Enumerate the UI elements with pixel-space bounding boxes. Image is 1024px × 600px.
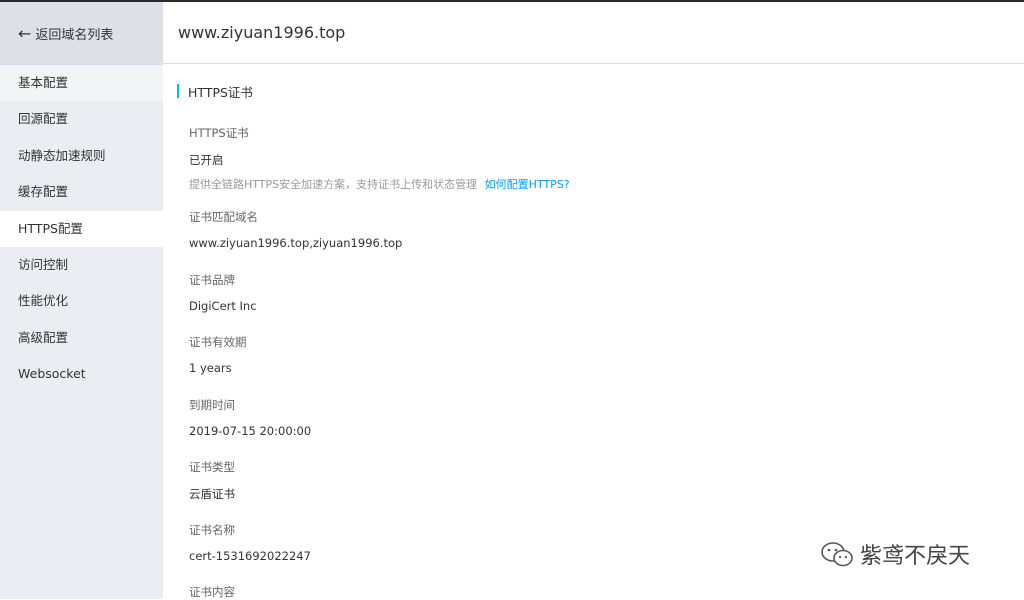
wechat-icon <box>821 542 853 567</box>
field-value: www.ziyuan1996.top,ziyuan1996.top <box>189 236 403 250</box>
main-panel: www.ziyuan1996.top HTTPS证书 HTTPS证书 已开启 提… <box>163 2 1024 599</box>
wechat-watermark: 紫鸢不戾天 <box>820 538 970 570</box>
section-accent-bar <box>177 84 179 98</box>
cert-type-field: 证书类型 云盾证书 <box>189 459 235 502</box>
https-status-value: 已开启 <box>189 153 224 167</box>
field-value: cert-1531692022247 <box>189 549 311 563</box>
cert-validity-field: 证书有效期 1 years <box>189 334 247 375</box>
https-hint: 提供全链路HTTPS安全加速方案，支持证书上传和状态管理 如何配置HTTPS? <box>189 176 570 192</box>
cert-brand-field: 证书品牌 DigiCert Inc <box>189 272 257 313</box>
sidebar: ← 返回域名列表 基本配置 回源配置 动静态加速规则 缓存配置 HTTPS配置 … <box>0 2 163 599</box>
page-title: www.ziyuan1996.top <box>163 2 1024 64</box>
back-to-domain-list-button[interactable]: ← 返回域名列表 <box>0 2 163 65</box>
sidebar-item-origin-config[interactable]: 回源配置 <box>0 101 163 137</box>
sidebar-item-acceleration-rules[interactable]: 动静态加速规则 <box>0 138 163 174</box>
field-label: 证书匹配域名 <box>189 210 258 224</box>
field-label: HTTPS证书 <box>189 126 249 140</box>
sidebar-item-https-config[interactable]: HTTPS配置 <box>0 210 163 247</box>
field-value: 1 years <box>189 361 232 375</box>
field-label: 证书有效期 <box>189 335 247 349</box>
field-label: 证书内容 <box>189 585 235 599</box>
field-label: 证书品牌 <box>189 273 235 287</box>
back-label: 返回域名列表 <box>35 28 114 43</box>
arrow-left-icon: ← <box>18 23 32 43</box>
https-cert-field: HTTPS证书 已开启 提供全链路HTTPS安全加速方案，支持证书上传和状态管理… <box>189 125 570 192</box>
field-value: DigiCert Inc <box>189 299 257 313</box>
sidebar-item-basic-config[interactable]: 基本配置 <box>0 65 163 102</box>
section-title-label: HTTPS证书 <box>188 84 253 100</box>
cert-expire-field: 到期时间 2019-07-15 20:00:00 <box>189 397 311 438</box>
watermark-text: 紫鸢不戾天 <box>860 544 971 569</box>
sidebar-item-cache-config[interactable]: 缓存配置 <box>0 174 163 210</box>
section-title: HTTPS证书 <box>177 84 253 100</box>
hint-text: 提供全链路HTTPS安全加速方案，支持证书上传和状态管理 <box>189 178 478 191</box>
field-value: 2019-07-15 20:00:00 <box>189 424 312 438</box>
field-label: 证书类型 <box>189 460 235 474</box>
field-label: 到期时间 <box>189 398 235 412</box>
field-value: 云盾证书 <box>189 487 235 501</box>
sidebar-item-advanced-config[interactable]: 高级配置 <box>0 320 163 356</box>
sidebar-item-websocket[interactable]: Websocket <box>0 356 163 392</box>
cert-content-field: 证书内容 <box>189 584 235 600</box>
cert-name-field: 证书名称 cert-1531692022247 <box>189 522 311 563</box>
sidebar-item-access-control[interactable]: 访问控制 <box>0 247 163 283</box>
how-to-configure-https-link[interactable]: 如何配置HTTPS? <box>485 178 570 191</box>
sidebar-item-performance[interactable]: 性能优化 <box>0 283 163 319</box>
field-label: 证书名称 <box>189 523 235 537</box>
cert-domain-field: 证书匹配域名 www.ziyuan1996.top,ziyuan1996.top <box>189 209 402 250</box>
